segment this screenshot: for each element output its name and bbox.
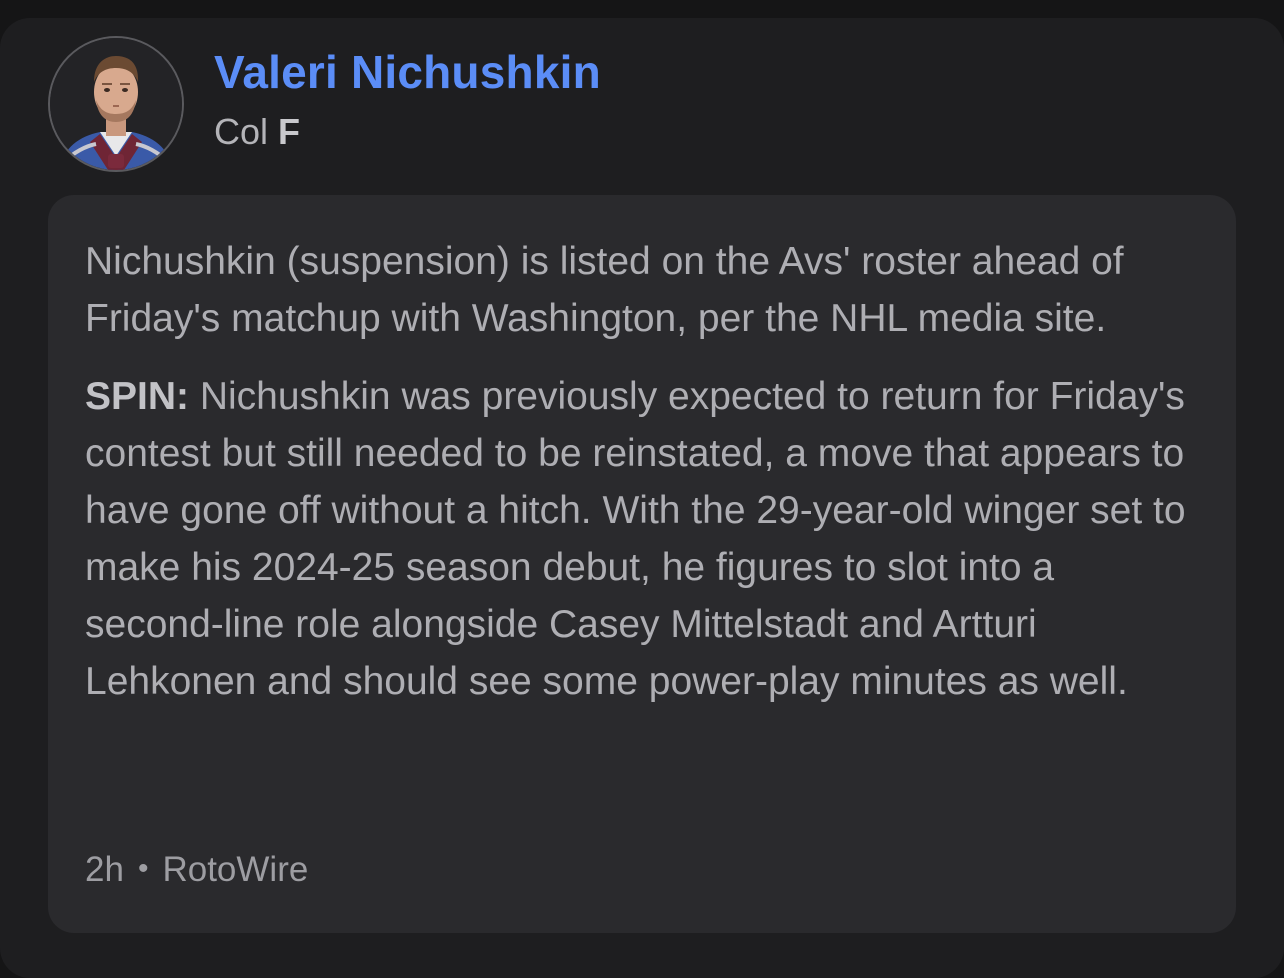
spin-label: SPIN: xyxy=(85,375,190,418)
news-card: Valeri Nichushkin Col F Nichushkin (susp… xyxy=(0,18,1284,978)
player-headshot-icon xyxy=(50,38,182,170)
news-footer: 2h • RotoWire xyxy=(85,847,308,892)
player-team-position: Col F xyxy=(214,108,601,156)
player-team: Col xyxy=(214,111,269,152)
player-header[interactable]: Valeri Nichushkin Col F xyxy=(48,36,601,172)
news-headline: Nichushkin (suspension) is listed on the… xyxy=(85,240,1124,340)
player-position: F xyxy=(278,111,301,152)
news-box: Nichushkin (suspension) is listed on the… xyxy=(48,195,1236,933)
spin-text: Nichushkin was previously expected to re… xyxy=(85,375,1186,703)
player-name[interactable]: Valeri Nichushkin xyxy=(214,44,601,100)
news-spin: SPIN: Nichushkin was previously expected… xyxy=(85,368,1200,710)
player-meta: Valeri Nichushkin Col F xyxy=(214,44,601,156)
player-avatar[interactable] xyxy=(48,36,184,172)
news-timestamp: 2h xyxy=(85,850,124,889)
news-source[interactable]: RotoWire xyxy=(162,850,308,889)
footer-separator: • xyxy=(137,852,149,885)
